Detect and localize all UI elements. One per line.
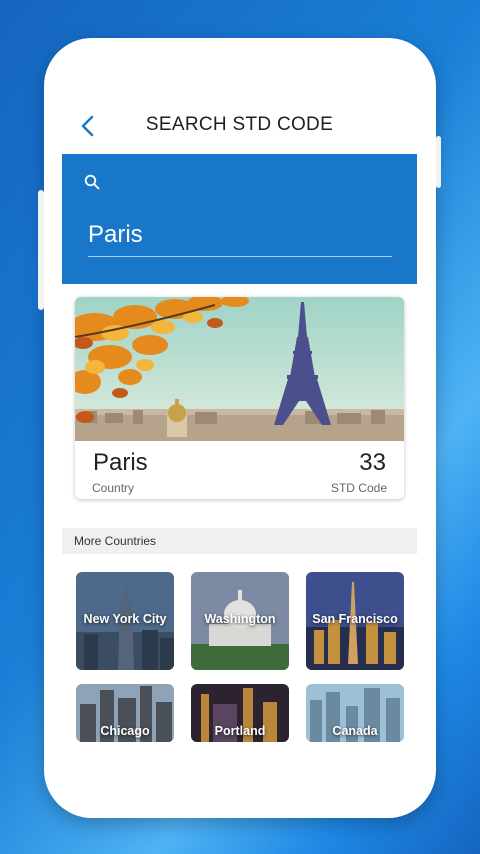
search-input[interactable] (88, 214, 392, 257)
country-tile-label: Portland (214, 724, 266, 738)
result-std-code-label: STD Code (330, 481, 387, 495)
more-countries-header: More Countries (62, 528, 417, 554)
result-city: Paris (93, 449, 148, 476)
country-tile-label: New York City (83, 612, 167, 626)
paris-eiffel-tower-image (75, 297, 404, 441)
phone-side-button (436, 136, 441, 188)
country-tile-chicago[interactable]: Chicago (76, 684, 174, 742)
country-tile-label: San Francisco (312, 612, 398, 626)
country-tile-canada[interactable]: Canada (306, 684, 404, 742)
country-tile-portland[interactable]: Portland (191, 684, 289, 742)
country-tile-san-francisco[interactable]: San Francisco (306, 572, 404, 670)
app-bar: SEARCH STD CODE (62, 94, 417, 154)
search-panel (62, 154, 417, 284)
result-std-code: 33 (359, 449, 386, 476)
search-icon[interactable] (84, 174, 100, 190)
page-title: SEARCH STD CODE (145, 114, 334, 135)
country-tile-label: Canada (332, 724, 378, 738)
country-tile-label: Washington (204, 612, 276, 626)
country-tile-washington[interactable]: Washington (191, 572, 289, 670)
country-tile-new-york-city[interactable]: New York City (76, 572, 174, 670)
country-tile-label: Chicago (100, 724, 150, 738)
result-city-sub: Country (92, 481, 135, 495)
app-screen: SEARCH STD CODE Paris Paris Country 33 S… (62, 94, 417, 744)
result-card[interactable]: Paris Country 33 STD Code (75, 297, 404, 499)
phone-side-button (38, 190, 44, 310)
